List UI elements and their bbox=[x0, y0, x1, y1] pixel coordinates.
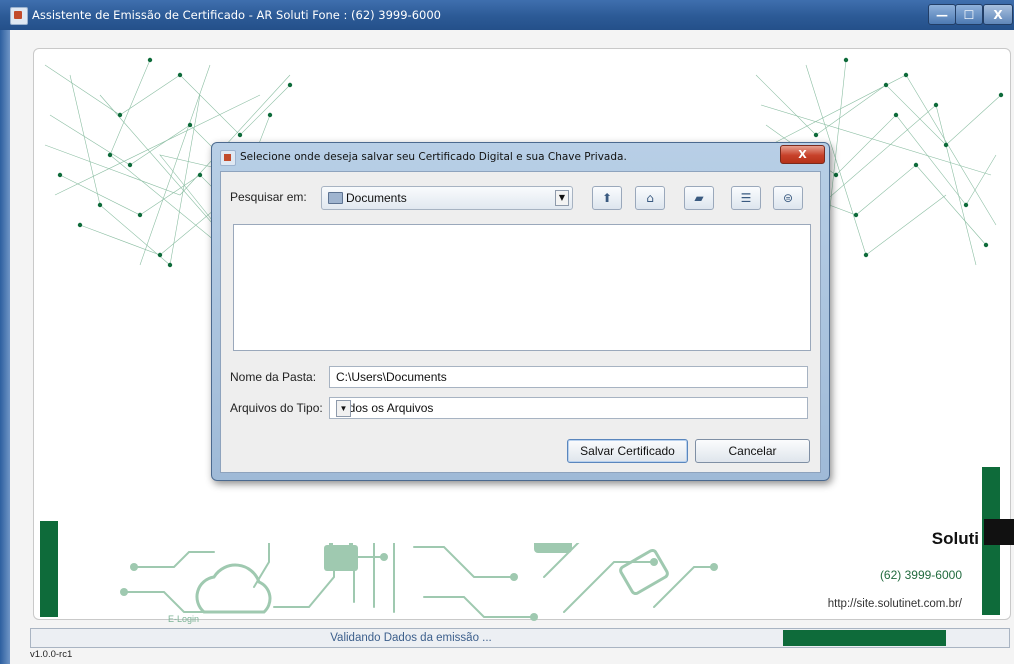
java-app-icon bbox=[10, 7, 28, 25]
dialog-close-button[interactable]: X bbox=[780, 145, 825, 164]
file-type-combo[interactable]: Todos os Arquivos ▼ bbox=[329, 397, 808, 419]
folder-name-input[interactable]: C:\Users\Documents bbox=[329, 366, 808, 388]
brand-name: Soluti bbox=[931, 529, 979, 548]
left-green-bar bbox=[40, 521, 58, 617]
details-view-button[interactable]: ⊜ bbox=[773, 186, 803, 210]
folder-name-value: C:\Users\Documents bbox=[336, 370, 447, 384]
save-certificate-button[interactable]: Salvar Certificado bbox=[567, 439, 688, 463]
file-type-label: Arquivos do Tipo: bbox=[230, 401, 323, 415]
new-folder-icon: ▰ bbox=[694, 191, 704, 205]
up-folder-icon: ⬆ bbox=[601, 191, 613, 205]
status-bar: Validando Dados da emissão ... bbox=[30, 628, 1010, 648]
details-view-icon: ⊜ bbox=[782, 191, 794, 205]
close-icon: X bbox=[798, 148, 807, 161]
brand-phone: (62) 3999-6000 bbox=[879, 568, 962, 582]
close-button[interactable]: X bbox=[983, 4, 1013, 25]
folder-icon bbox=[328, 192, 343, 204]
close-icon: X bbox=[993, 7, 1003, 22]
chevron-down-icon: ▼ bbox=[336, 400, 351, 417]
status-text: Validando Dados da emissão ... bbox=[330, 632, 492, 644]
maximize-button[interactable]: ☐ bbox=[955, 4, 983, 25]
save-dialog: Selecione onde deseja salvar seu Certifi… bbox=[211, 142, 830, 481]
minimize-icon: — bbox=[936, 7, 948, 22]
up-folder-button[interactable]: ⬆ bbox=[592, 186, 622, 210]
window-title: Assistente de Emissão de Certificado - A… bbox=[32, 8, 441, 22]
folder-name-label: Nome da Pasta: bbox=[230, 370, 317, 384]
list-view-button[interactable]: ☰ bbox=[731, 186, 761, 210]
cloud-icon bbox=[195, 563, 272, 614]
minimize-button[interactable]: — bbox=[928, 4, 956, 25]
progress-fill bbox=[783, 630, 946, 646]
cancel-button[interactable]: Cancelar bbox=[695, 439, 810, 463]
window-left-border bbox=[0, 30, 10, 664]
brand-black-block bbox=[984, 519, 1014, 545]
padlock-icon bbox=[324, 545, 358, 571]
lookin-value: Documents bbox=[346, 191, 407, 205]
dialog-shadow-strip bbox=[229, 507, 869, 543]
e-login-logo-text: E-Login bbox=[168, 614, 200, 624]
home-icon: ⌂ bbox=[646, 191, 654, 205]
dialog-body: Pesquisar em: Documents ▼ ⬆ ⌂ ▰ ☰ ⊜ Nome… bbox=[220, 171, 821, 473]
lookin-combo[interactable]: Documents ▼ bbox=[321, 186, 573, 210]
file-list[interactable] bbox=[233, 224, 811, 351]
java-app-icon bbox=[220, 150, 236, 166]
chevron-down-icon: ▼ bbox=[555, 190, 569, 206]
dialog-title: Selecione onde deseja salvar seu Certifi… bbox=[240, 151, 627, 163]
new-folder-button[interactable]: ▰ bbox=[684, 186, 714, 210]
title-bar: Assistente de Emissão de Certificado - A… bbox=[0, 0, 1014, 30]
brand-site-link[interactable]: http://site.solutinet.com.br/ bbox=[769, 598, 962, 614]
version-label: v1.0.0-rc1 bbox=[30, 649, 73, 660]
lookin-label: Pesquisar em: bbox=[230, 190, 307, 204]
home-button[interactable]: ⌂ bbox=[635, 186, 665, 210]
maximize-icon: ☐ bbox=[963, 7, 975, 22]
list-view-icon: ☰ bbox=[740, 191, 752, 205]
